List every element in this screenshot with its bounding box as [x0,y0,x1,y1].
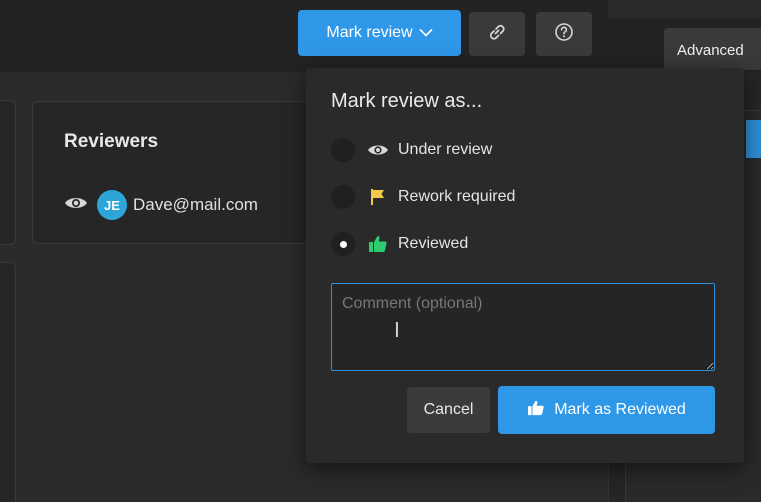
link-icon [486,21,508,48]
help-icon [554,22,574,47]
mark-review-label: Mark review [326,24,413,41]
popover-title: Mark review as... [331,90,483,112]
reviewer-row[interactable]: JE Dave@mail.com [64,190,258,220]
reviewer-email: Dave@mail.com [133,195,258,214]
text-cursor-icon: I [394,318,400,342]
mark-review-popover: Mark review as... Under review Rework re… [306,68,744,463]
avatar: JE [97,190,127,220]
comment-input[interactable] [331,283,715,371]
chevron-down-icon [419,24,433,42]
help-button[interactable] [536,12,592,56]
thumbs-up-icon [367,235,389,253]
option-rework-required[interactable]: Rework required [331,184,515,210]
mark-review-button[interactable]: Mark review [298,10,461,56]
left-lower-card [0,262,16,502]
radio-under-review[interactable] [331,138,355,162]
radio-selected-dot [339,240,347,248]
option-label: Rework required [398,188,516,205]
radio-rework-required[interactable] [331,185,355,209]
reviewers-card: Reviewers JE Dave@mail.com [32,101,332,244]
option-label: Under review [398,141,493,158]
mark-as-reviewed-label: Mark as Reviewed [554,401,686,418]
reviewers-title: Reviewers [64,131,159,152]
selected-item-highlight [746,120,761,158]
cancel-button[interactable]: Cancel [407,387,490,433]
left-card [0,100,16,245]
radio-reviewed[interactable] [331,232,355,256]
thumbs-up-icon [527,400,545,421]
option-label: Reviewed [398,235,469,252]
eye-icon [367,141,389,159]
mark-as-reviewed-button[interactable]: Mark as Reviewed [498,386,715,434]
advanced-button[interactable]: Advanced [664,28,761,70]
option-under-review[interactable]: Under review [331,137,492,163]
toolbar-right-strip [608,0,761,18]
eye-icon [64,195,88,216]
copy-link-button[interactable] [469,12,525,56]
option-reviewed[interactable]: Reviewed [331,231,468,257]
flag-icon [367,188,389,206]
